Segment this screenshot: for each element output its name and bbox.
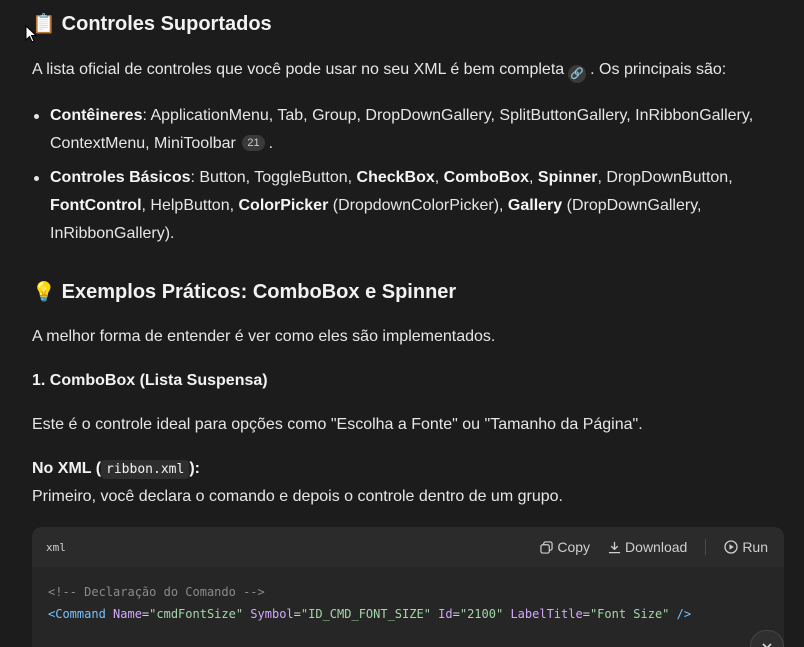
divider bbox=[705, 539, 707, 555]
code-block: xml Copy Download Run <!-- Declaração do… bbox=[32, 527, 784, 647]
clipboard-icon: 📋 bbox=[32, 14, 56, 35]
code-line-command: <Command Name="cmdFontSize" Symbol="ID_C… bbox=[48, 607, 692, 621]
examples-intro: A melhor forma de entender é ver como el… bbox=[32, 328, 496, 345]
copy-icon bbox=[540, 540, 554, 554]
code-content: <!-- Declaração do Comando --> <Command … bbox=[32, 567, 784, 639]
list-item-containers: Contêineres: ApplicationMenu, Tab, Group… bbox=[32, 102, 772, 158]
list-item-basic-controls: Controles Básicos: Button, ToggleButton,… bbox=[32, 164, 772, 248]
code-header: xml Copy Download Run bbox=[32, 527, 784, 567]
section-heading-examples: 💡 Exemplos Práticos: ComboBox e Spinner bbox=[32, 280, 456, 304]
combobox-description: Este é o controle ideal para opções como… bbox=[32, 416, 643, 433]
download-button[interactable]: Download bbox=[608, 539, 687, 555]
heading-text: Exemplos Práticos: ComboBox e Spinner bbox=[61, 280, 457, 303]
section-heading-supported-controls: 📋 Controles Suportados bbox=[32, 12, 272, 36]
intro-paragraph: A lista oficial de controles que você po… bbox=[32, 61, 726, 83]
chat-response: 📋 Controles Suportados A lista oficial d… bbox=[0, 0, 804, 647]
run-button[interactable]: Run bbox=[724, 539, 768, 555]
download-icon bbox=[608, 541, 621, 553]
heading-text: Controles Suportados bbox=[61, 12, 272, 35]
citation-badge[interactable]: 21 bbox=[242, 135, 265, 151]
copy-button[interactable]: Copy bbox=[540, 539, 590, 555]
combobox-subheading: 1. ComboBox (Lista Suspensa) bbox=[32, 372, 268, 389]
code-language: xml bbox=[46, 540, 66, 554]
code-line-comment: <!-- Declaração do Comando --> bbox=[48, 585, 265, 599]
link-icon[interactable]: 🔗 bbox=[568, 65, 587, 83]
play-icon bbox=[724, 540, 738, 554]
lightbulb-icon: 💡 bbox=[32, 282, 56, 303]
xml-description: Primeiro, você declara o comando e depoi… bbox=[32, 488, 563, 505]
controls-list: Contêineres: ApplicationMenu, Tab, Group… bbox=[32, 102, 772, 254]
xml-label: No XML (ribbon.xml): bbox=[32, 460, 200, 479]
chevron-down-icon bbox=[762, 643, 772, 647]
inline-code-filename: ribbon.xml bbox=[101, 460, 190, 479]
